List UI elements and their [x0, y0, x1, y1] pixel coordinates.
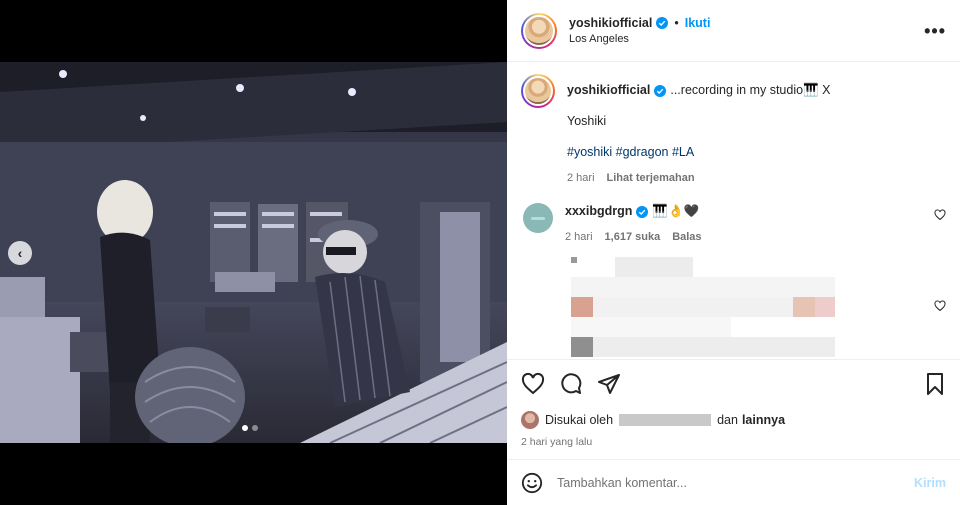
comment-entry: xxxibgdrgn 🎹👌🖤 2 hari 1,617 suka Balas	[521, 203, 946, 246]
more-options-button[interactable]: •••	[924, 22, 946, 40]
see-translation-button[interactable]: Lihat terjemahan	[607, 170, 695, 187]
likes-others-link[interactable]: lainnya	[742, 413, 785, 427]
hashtag-link[interactable]: #LA	[672, 145, 694, 159]
comment-like-count[interactable]: 1,617 suka	[605, 229, 661, 246]
post-header: yoshikiofficial • Ikuti Los Angeles •••	[507, 0, 960, 62]
reply-button[interactable]: Balas	[672, 229, 701, 246]
caption-time[interactable]: 2 hari	[567, 170, 595, 187]
hashtag-link[interactable]: #yoshiki	[567, 145, 612, 159]
likes-summary: Disukai oleh dan lainnya	[521, 411, 946, 429]
likes-suffix: dan	[717, 413, 738, 427]
follow-button[interactable]: Ikuti	[685, 16, 711, 30]
carousel-prev-button[interactable]: ‹	[8, 241, 32, 265]
post-actions: Disukai oleh dan lainnya 2 hari yang lal…	[507, 359, 960, 459]
comment-like-heart-icon[interactable]	[934, 300, 946, 312]
commenter-avatar[interactable]	[523, 203, 553, 233]
carousel-dot	[252, 425, 258, 431]
comment-text: 🎹👌🖤	[652, 204, 700, 218]
post-sidebar: yoshikiofficial • Ikuti Los Angeles •••	[507, 0, 960, 505]
caption-avatar[interactable]	[521, 74, 555, 108]
comment-like-heart-icon[interactable]	[934, 209, 946, 221]
post-location[interactable]: Los Angeles	[569, 33, 924, 45]
studio-photo-illustration	[0, 62, 507, 443]
comment-time[interactable]: 2 hari	[565, 229, 593, 246]
header-separator: •	[674, 16, 679, 30]
caption-username[interactable]: yoshikiofficial	[567, 82, 650, 99]
verified-badge-icon	[656, 17, 669, 29]
verified-badge-icon	[636, 205, 649, 218]
post-date[interactable]: 2 hari yang lalu	[521, 436, 946, 448]
post-photo[interactable]	[0, 62, 507, 443]
post-comment-button[interactable]: Kirim	[914, 476, 946, 490]
share-paper-plane-icon[interactable]	[597, 372, 621, 396]
commenter-username[interactable]: xxxibgdrgn	[565, 203, 632, 220]
chevron-left-icon: ‹	[17, 245, 23, 261]
comments-list[interactable]: yoshikiofficial ...recording in my studi…	[507, 62, 960, 359]
comment-bubble-icon[interactable]	[559, 372, 583, 396]
comment-composer: Kirim	[507, 459, 960, 505]
likes-prefix: Disukai oleh	[545, 413, 614, 427]
caption-text: ...recording in my studio🎹 X	[670, 83, 831, 97]
verified-badge-icon	[654, 84, 667, 97]
carousel-dot	[242, 425, 248, 431]
hashtag-link[interactable]: #gdragon	[616, 145, 669, 159]
caption-hashtags: #yoshiki #gdragon #LA	[567, 144, 946, 161]
liker-avatar[interactable]	[521, 411, 539, 429]
author-avatar[interactable]	[521, 12, 557, 49]
comment-input[interactable]	[557, 475, 915, 490]
caption-line2: Yoshiki	[567, 114, 607, 128]
save-bookmark-icon[interactable]	[924, 372, 946, 396]
like-heart-icon[interactable]	[521, 372, 545, 396]
author-username[interactable]: yoshikiofficial	[569, 16, 652, 30]
post-media: ‹	[0, 0, 507, 505]
redacted-liker-name	[619, 414, 712, 426]
redacted-comments	[571, 257, 835, 357]
emoji-icon[interactable]	[521, 472, 543, 494]
carousel-indicator	[242, 425, 258, 431]
instagram-post-modal: ‹ yoshikiofficial • Ikuti Los Angeles ••…	[0, 0, 960, 505]
caption-entry: yoshikiofficial ...recording in my studi…	[521, 74, 946, 187]
